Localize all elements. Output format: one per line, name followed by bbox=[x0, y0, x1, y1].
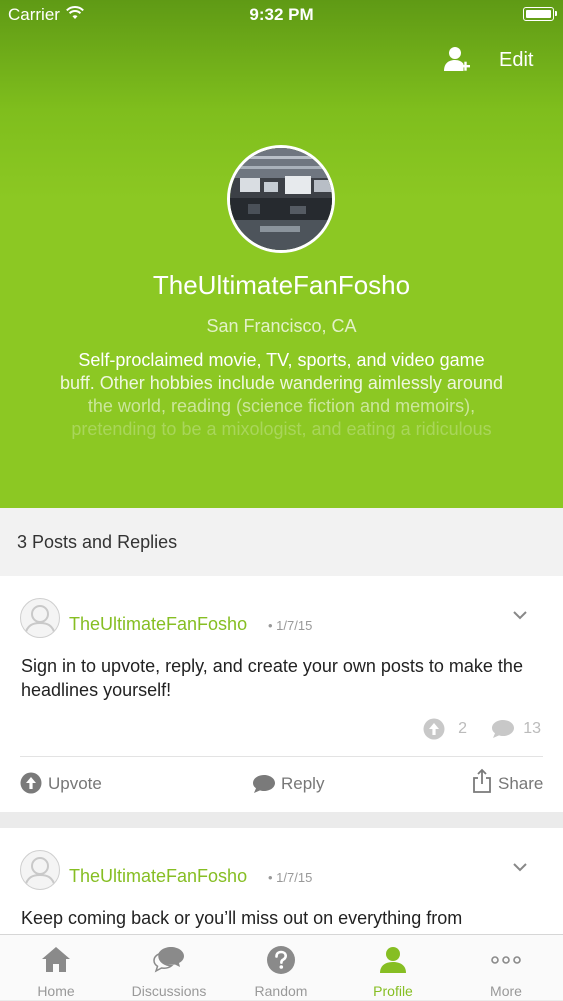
author-avatar[interactable] bbox=[20, 598, 60, 638]
bio-line: pretending to be a mixologist, and eatin… bbox=[71, 419, 492, 439]
comment-count: 13 bbox=[523, 720, 541, 737]
post-card[interactable]: TheUltimateFanFosho • 1/7/15 Keep coming… bbox=[0, 828, 563, 934]
person-placeholder-icon bbox=[24, 857, 56, 888]
battery-icon bbox=[523, 7, 557, 21]
author-name[interactable]: TheUltimateFanFosho bbox=[69, 614, 247, 635]
divider bbox=[20, 756, 543, 757]
post-body: Keep coming back or you’ll miss out on e… bbox=[21, 908, 463, 928]
upvote-count-icon bbox=[423, 718, 445, 740]
share-icon bbox=[473, 768, 491, 793]
reply-bubble-icon bbox=[253, 775, 275, 793]
bio-line: the world, reading (science fiction and … bbox=[87, 396, 476, 416]
tab-more[interactable]: More bbox=[450, 935, 562, 1001]
profile-photo bbox=[230, 148, 332, 250]
profile-header: Carrier 9:32 PM Edit TheUltimateFanFosho… bbox=[0, 0, 563, 508]
profile-bio: Self-proclaimed movie, TV, sports, and v… bbox=[40, 349, 523, 439]
posts-count-label: 3 Posts and Replies bbox=[17, 532, 178, 552]
reply-label: Reply bbox=[281, 774, 325, 793]
post-card[interactable]: TheUltimateFanFosho • 1/7/15 Sign in to … bbox=[0, 576, 563, 812]
bio-line: buff. Other hobbies include wandering ai… bbox=[60, 373, 503, 393]
tab-random[interactable]: Random bbox=[225, 935, 337, 1001]
author-name[interactable]: TheUltimateFanFosho bbox=[69, 866, 247, 887]
clock: 9:32 PM bbox=[249, 5, 314, 24]
profile-avatar[interactable] bbox=[227, 145, 335, 253]
person-icon bbox=[380, 947, 406, 973]
chevron-down-icon[interactable] bbox=[511, 861, 529, 873]
tab-bar: Home Discussions Random Profile More bbox=[0, 934, 563, 1000]
author-avatar[interactable] bbox=[20, 850, 60, 890]
post-date: • 1/7/15 bbox=[268, 870, 313, 885]
person-placeholder-icon bbox=[24, 605, 56, 636]
chat-bubbles-icon bbox=[153, 947, 184, 973]
upvote-count: 2 bbox=[458, 720, 467, 737]
share-label: Share bbox=[498, 774, 544, 793]
bio-line: Self-proclaimed movie, TV, sports, and v… bbox=[78, 350, 485, 370]
tab-profile[interactable]: Profile bbox=[337, 935, 449, 1001]
status-bar: Carrier 9:32 PM bbox=[0, 0, 563, 30]
edit-button[interactable]: Edit bbox=[499, 49, 533, 72]
tab-label: More bbox=[490, 983, 522, 999]
upvote-icon bbox=[20, 772, 42, 794]
more-dots-icon bbox=[491, 956, 521, 964]
tab-label: Home bbox=[37, 983, 75, 999]
chevron-down-icon[interactable] bbox=[511, 609, 529, 621]
tab-home[interactable]: Home bbox=[0, 935, 112, 1001]
upvote-label: Upvote bbox=[48, 774, 102, 793]
comment-count-icon bbox=[492, 720, 514, 738]
post-body: Sign in to upvote, reply, and create you… bbox=[21, 656, 523, 700]
tab-label: Profile bbox=[373, 983, 413, 999]
profile-location: San Francisco, CA bbox=[206, 316, 357, 336]
tab-label: Discussions bbox=[131, 983, 207, 999]
tab-label: Random bbox=[254, 983, 308, 999]
tab-discussions[interactable]: Discussions bbox=[113, 935, 225, 1001]
question-icon bbox=[267, 946, 295, 974]
posts-count-header: 3 Posts and Replies bbox=[0, 508, 563, 576]
home-icon bbox=[42, 947, 70, 972]
add-friend-icon[interactable] bbox=[443, 45, 471, 73]
profile-username: TheUltimateFanFosho bbox=[152, 270, 411, 300]
post-date: • 1/7/15 bbox=[268, 618, 313, 633]
